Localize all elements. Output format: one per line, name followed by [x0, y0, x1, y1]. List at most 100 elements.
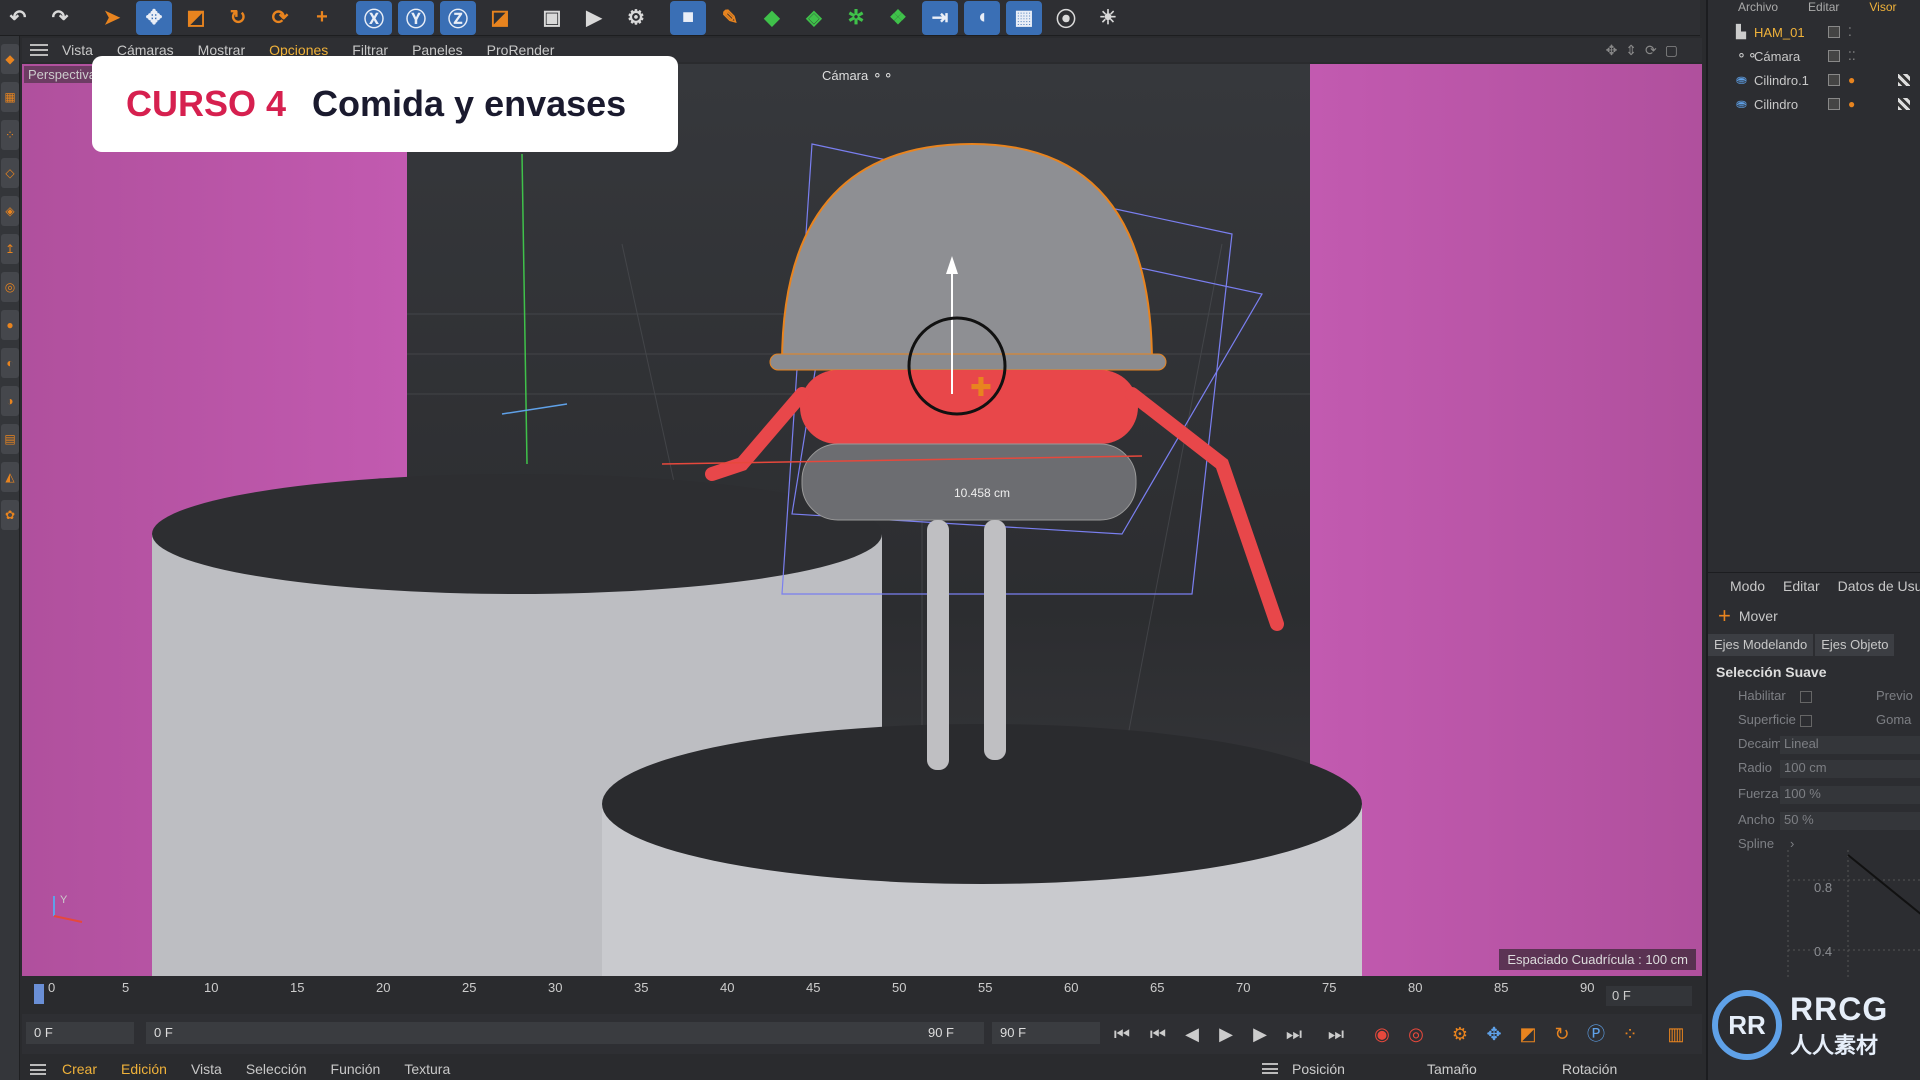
add-axis-icon[interactable]: + — [304, 1, 340, 35]
timeline-playhead[interactable] — [34, 984, 44, 1004]
render-settings-icon[interactable]: ⚙ — [618, 1, 654, 35]
rotate-tool-icon[interactable]: ↻ — [220, 1, 256, 35]
previous-frame-icon[interactable]: ◀ — [1178, 1020, 1206, 1048]
menu-seleccion[interactable]: Selección — [246, 1061, 307, 1077]
max-frame-field[interactable]: 90 F — [992, 1022, 1100, 1044]
texture-mode-icon[interactable]: ▦ — [1, 82, 19, 112]
select-tool-icon[interactable]: ➤ — [94, 1, 130, 35]
sculpt-icon[interactable]: ● — [1, 310, 19, 340]
keyframe-selection-icon[interactable]: ⚙ — [1446, 1020, 1474, 1048]
points-mode-icon[interactable]: ⁘ — [1, 120, 19, 150]
visibility-checkbox[interactable] — [1828, 50, 1840, 62]
menu-editar[interactable]: Editar — [1808, 0, 1839, 20]
menu-modo[interactable]: Modo — [1730, 578, 1765, 594]
menu-edicion[interactable]: Edición — [121, 1061, 167, 1077]
autokey-icon[interactable]: ◎ — [1402, 1020, 1430, 1048]
spline-expand-icon[interactable]: › — [1790, 836, 1794, 851]
scale-key-icon[interactable]: ◩ — [1514, 1020, 1542, 1048]
spline-graph[interactable] — [1708, 850, 1920, 980]
undo-icon[interactable]: ↶ — [0, 1, 36, 35]
cloner-icon[interactable]: ✲ — [838, 1, 874, 35]
array-icon[interactable]: ❖ — [880, 1, 916, 35]
position-key-icon[interactable]: ✥ — [1480, 1020, 1508, 1048]
menu-textura[interactable]: Textura — [404, 1061, 450, 1077]
coords-menu-icon[interactable] — [1262, 1063, 1278, 1074]
render-dots-icon[interactable]: ⁚ — [1848, 25, 1852, 39]
superficie-checkbox[interactable] — [1800, 715, 1812, 727]
snap-icon[interactable]: ◎ — [1, 272, 19, 302]
material-tag-icon[interactable] — [1898, 98, 1910, 110]
object-row-ham01[interactable]: ▙ HAM_01 ⁚ — [1708, 20, 1920, 44]
model-mode-icon[interactable]: ◆ — [1, 44, 19, 74]
transform-tool-icon[interactable]: ⟳ — [262, 1, 298, 35]
lock-workplane-icon[interactable]: ▤ — [1, 424, 19, 454]
3d-viewport[interactable]: ✚ Perspectiva Cámara ⚬⚬ 10.458 cm Y Espa… — [22, 64, 1702, 976]
object-row-cilindro-1[interactable]: ⛂ Cilindro.1 ● — [1708, 68, 1920, 92]
light-icon[interactable]: ☀ — [1090, 1, 1126, 35]
camera-icon[interactable]: ⦿ — [1048, 1, 1084, 35]
tab-ejes-objeto[interactable]: Ejes Objeto — [1815, 634, 1895, 656]
play-icon[interactable]: ▶ — [1212, 1020, 1240, 1048]
record-icon[interactable]: ◉ — [1368, 1020, 1396, 1048]
z-axis-lock-icon[interactable]: Ⓩ — [440, 0, 476, 35]
coordinate-system-icon[interactable]: ◪ — [482, 1, 518, 35]
current-frame-field[interactable]: 0 F 90 F — [146, 1022, 984, 1044]
go-to-start-icon[interactable]: ⏮ — [1108, 1020, 1136, 1048]
paint-icon[interactable]: ✿ — [1, 500, 19, 530]
viewport-nav-icons[interactable]: ✥⇕⟳▢ — [1606, 42, 1686, 59]
move-tool-icon[interactable]: ✥ — [136, 0, 172, 35]
pla-key-icon[interactable]: ⁘ — [1616, 1020, 1644, 1048]
viewport-menu-icon[interactable] — [30, 44, 48, 56]
uv-icon[interactable]: ◭ — [1, 462, 19, 492]
workplane-icon[interactable]: ◐ — [1, 348, 19, 378]
tab-ejes-modelando[interactable]: Ejes Modelando — [1708, 634, 1814, 656]
x-axis-lock-icon[interactable]: Ⓧ — [356, 0, 392, 35]
extrude-icon[interactable]: ◈ — [796, 1, 832, 35]
pen-icon[interactable]: ✎ — [712, 1, 748, 35]
rotation-key-icon[interactable]: ↻ — [1548, 1020, 1576, 1048]
object-row-cilindro[interactable]: ⛂ Cilindro ● — [1708, 92, 1920, 116]
edges-mode-icon[interactable]: ◇ — [1, 158, 19, 188]
active-camera-label[interactable]: Cámara ⚬⚬ — [822, 68, 894, 84]
timeline-ruler[interactable]: 0 5 10 15 20 25 30 35 40 45 50 55 60 65 … — [22, 980, 1702, 1010]
object-row-camara[interactable]: ⚬⚬ Cámara ⁚⁚ — [1708, 44, 1920, 68]
y-axis-lock-icon[interactable]: Ⓨ — [398, 0, 434, 35]
go-to-end-icon[interactable]: ⏭ — [1322, 1020, 1350, 1048]
visibility-checkbox[interactable] — [1828, 26, 1840, 38]
render-picture-icon[interactable]: ▶ — [576, 1, 612, 35]
phong-tag-icon[interactable]: ● — [1848, 97, 1855, 111]
polygons-mode-icon[interactable]: ◈ — [1, 196, 19, 226]
visibility-checkbox[interactable] — [1828, 98, 1840, 110]
menu-archivo[interactable]: Archivo — [1738, 0, 1778, 20]
viewport-view-label[interactable]: Perspectiva — [24, 66, 100, 83]
menu-vista[interactable]: Vista — [62, 42, 93, 58]
subdivision-icon[interactable]: ◆ — [754, 1, 790, 35]
floor-icon[interactable]: ▦ — [1006, 0, 1042, 35]
timeline-icon[interactable]: ▥ — [1662, 1020, 1690, 1048]
next-frame-icon[interactable]: ▶ — [1246, 1020, 1274, 1048]
field-icon[interactable]: ◖ — [964, 0, 1000, 35]
menu-vista-mat[interactable]: Vista — [191, 1061, 222, 1077]
axis-mode-icon[interactable]: ↥ — [1, 234, 19, 264]
parameter-key-icon[interactable]: Ⓟ — [1582, 1020, 1610, 1048]
render-view-icon[interactable]: ▣ — [534, 1, 570, 35]
redo-icon[interactable]: ↷ — [42, 1, 78, 35]
material-tag-icon[interactable] — [1898, 74, 1910, 86]
visibility-checkbox[interactable] — [1828, 74, 1840, 86]
menu-funcion[interactable]: Función — [331, 1061, 381, 1077]
next-key-icon[interactable]: ⏭ — [1280, 1020, 1308, 1048]
scale-tool-icon[interactable]: ◩ — [178, 1, 214, 35]
phong-tag-icon[interactable]: ● — [1848, 73, 1855, 87]
solo-icon[interactable]: ◑ — [1, 386, 19, 416]
menu-crear[interactable]: Crear — [62, 1061, 97, 1077]
habilitar-checkbox[interactable] — [1800, 691, 1812, 703]
render-dots-icon[interactable]: ⁚⁚ — [1848, 49, 1856, 63]
deformer-icon[interactable]: ⇥ — [922, 0, 958, 35]
menu-datos-usuario[interactable]: Datos de Usuario — [1838, 578, 1920, 594]
menu-visor[interactable]: Visor — [1869, 0, 1896, 20]
start-frame-field[interactable]: 0 F — [26, 1022, 134, 1044]
menu-editar-attr[interactable]: Editar — [1783, 578, 1820, 594]
materials-menu-icon[interactable] — [30, 1063, 46, 1075]
previous-key-icon[interactable]: ⏮ — [1144, 1020, 1172, 1048]
cube-icon[interactable]: ■ — [670, 0, 706, 35]
